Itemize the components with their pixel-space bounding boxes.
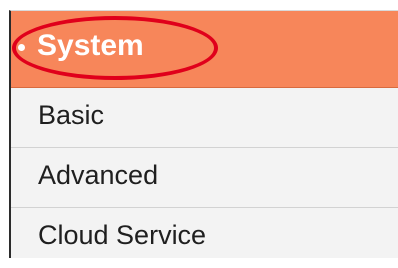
- sidebar-item-cloud-service[interactable]: Cloud Service: [11, 208, 398, 268]
- bullet-icon: [18, 44, 25, 51]
- system-menu: System Basic Advanced Cloud Service: [9, 10, 398, 258]
- sidebar-item-advanced[interactable]: Advanced: [11, 148, 398, 208]
- sidebar-item-label: Advanced: [38, 160, 159, 190]
- sidebar-item-label: Cloud Service: [38, 220, 207, 250]
- system-menu-header[interactable]: System: [11, 11, 398, 88]
- sidebar-item-basic[interactable]: Basic: [11, 88, 398, 148]
- sidebar-item-label: Basic: [38, 100, 105, 130]
- system-menu-title: System: [37, 29, 144, 62]
